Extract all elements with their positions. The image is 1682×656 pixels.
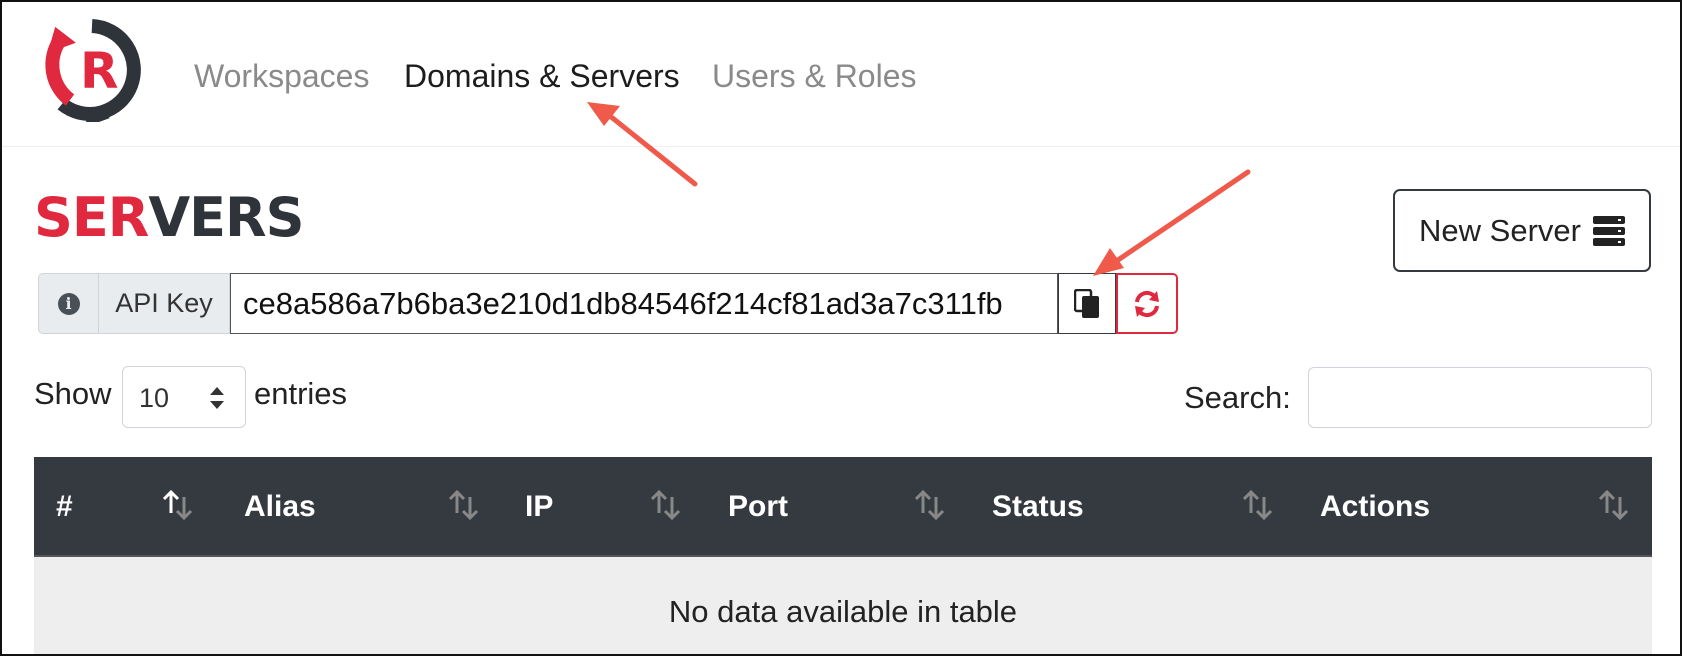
sort-icon[interactable]: [648, 489, 684, 521]
api-key-group: i API Key: [38, 273, 1178, 334]
api-key-input[interactable]: [230, 273, 1058, 334]
search-input[interactable]: [1308, 367, 1652, 428]
nav-users-roles[interactable]: Users & Roles: [712, 56, 917, 96]
annotation-arrowhead-copy: [1093, 248, 1124, 276]
refresh-icon: [1135, 290, 1159, 317]
sort-icon[interactable]: [446, 489, 482, 521]
new-server-button[interactable]: New Server: [1393, 189, 1651, 272]
refresh-api-key-button[interactable]: [1116, 273, 1178, 334]
sort-icon[interactable]: [1240, 489, 1276, 521]
select-arrows-icon: [210, 387, 224, 409]
svg-text:R: R: [80, 42, 119, 100]
nav-workspaces[interactable]: Workspaces: [194, 56, 369, 96]
column-header-status[interactable]: Status: [992, 457, 1084, 557]
info-icon: i: [57, 292, 80, 315]
nav-domains-servers[interactable]: Domains & Servers: [404, 56, 680, 96]
entries-label: entries: [254, 376, 348, 411]
new-server-label: New Server: [1419, 212, 1581, 248]
column-header-ip[interactable]: IP: [525, 457, 553, 557]
app-frame: R Workspaces Domains & Servers Users & R…: [0, 0, 1682, 656]
sort-asc-icon[interactable]: [160, 489, 196, 521]
column-header-port[interactable]: Port: [728, 457, 788, 557]
api-key-label: API Key: [98, 273, 230, 334]
page-title-accent: SER: [34, 186, 149, 249]
info-addon: i: [38, 273, 98, 334]
copy-api-key-button[interactable]: [1058, 273, 1116, 334]
server-icon: [1592, 215, 1625, 246]
table-header: # Alias IP Port Status Actions: [34, 457, 1652, 557]
servers-table: # Alias IP Port Status Actions No data a…: [34, 457, 1652, 654]
sort-icon[interactable]: [912, 489, 948, 521]
sort-icon[interactable]: [1596, 489, 1632, 521]
empty-table-message: No data available in table: [668, 594, 1018, 629]
entries-select-value: 10: [139, 383, 170, 413]
entries-per-page-select[interactable]: 10: [122, 366, 246, 428]
search-label: Search:: [1184, 380, 1291, 415]
page-title: SERVERS: [34, 186, 305, 249]
empty-table-row: No data available in table: [34, 557, 1652, 654]
annotation-arrow-copy: [1115, 169, 1251, 263]
column-header-alias[interactable]: Alias: [244, 457, 316, 557]
page-title-rest: VERS: [148, 186, 304, 249]
column-header-actions[interactable]: Actions: [1320, 457, 1430, 557]
column-header-number[interactable]: #: [56, 457, 73, 557]
r-logo-icon[interactable]: R: [40, 18, 144, 122]
top-navbar: R Workspaces Domains & Servers Users & R…: [2, 2, 1680, 147]
show-label: Show: [34, 376, 112, 411]
copy-icon: [1074, 288, 1099, 318]
